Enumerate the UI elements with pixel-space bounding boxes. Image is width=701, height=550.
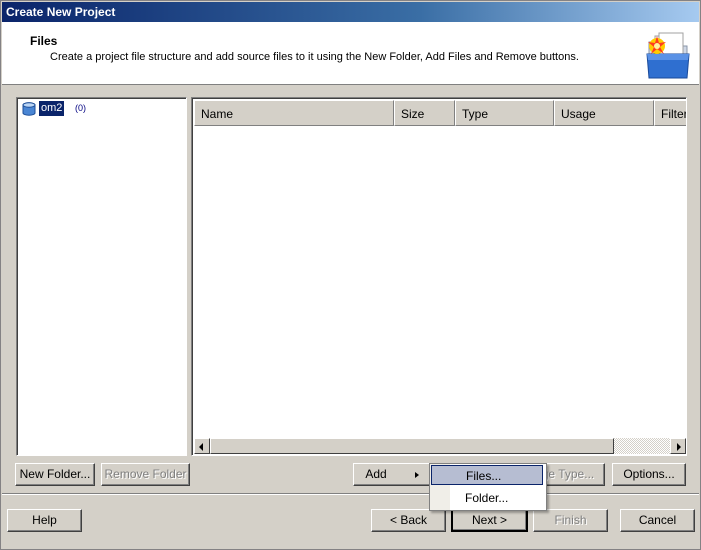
options-button[interactable]: Options... (612, 463, 686, 486)
cancel-button[interactable]: Cancel (620, 509, 695, 532)
scroll-right-button[interactable] (670, 438, 686, 454)
horizontal-scrollbar[interactable] (194, 438, 686, 454)
project-folder-icon (646, 32, 690, 79)
tree-node-count: (0) (75, 103, 86, 113)
submenu-arrow-icon (414, 471, 419, 478)
footer-divider-highlight (2, 494, 699, 495)
menu-item-folder-label: Folder... (465, 491, 509, 505)
column-header-size[interactable]: Size (394, 100, 455, 126)
add-button-label: Add (365, 467, 387, 481)
finish-button[interactable]: Finish (533, 509, 608, 532)
page-description: Create a project file structure and add … (50, 51, 579, 63)
create-new-project-dialog: Create New Project Files Create a projec… (0, 0, 701, 550)
back-button[interactable]: < Back (371, 509, 446, 532)
tree-node-label[interactable]: om2 (39, 101, 65, 116)
file-list-header: Name Size Type Usage Filter (194, 100, 686, 127)
help-button[interactable]: Help (7, 509, 82, 532)
next-button[interactable]: Next > (451, 509, 528, 532)
window-title: Create New Project (6, 5, 116, 19)
project-folder-tree[interactable]: om2 (0) (16, 97, 187, 456)
scroll-left-arrow-icon (199, 443, 203, 451)
wizard-header: Files Create a project file structure an… (2, 22, 699, 85)
scroll-thumb[interactable] (210, 438, 614, 454)
column-header-filter[interactable]: Filter (654, 100, 686, 126)
new-folder-button[interactable]: New Folder... (15, 463, 95, 486)
scroll-right-arrow-icon (677, 443, 681, 451)
database-icon (22, 102, 36, 116)
column-header-type[interactable]: Type (455, 100, 554, 126)
title-bar[interactable]: Create New Project (2, 2, 699, 22)
file-list[interactable]: Name Size Type Usage Filter (191, 97, 687, 456)
page-title: Files (30, 34, 58, 48)
menu-item-folder[interactable]: Folder... (431, 488, 543, 508)
column-header-usage[interactable]: Usage (554, 100, 654, 126)
menu-item-files[interactable]: Files... (431, 465, 543, 485)
remove-folder-button[interactable]: Remove Folder (101, 463, 190, 486)
menu-item-files-label: Files... (466, 469, 502, 483)
column-header-name[interactable]: Name (194, 100, 394, 126)
scroll-left-button[interactable] (194, 438, 210, 454)
add-button[interactable]: Add (353, 463, 431, 486)
add-dropdown-menu: Files... Folder... (429, 463, 547, 511)
